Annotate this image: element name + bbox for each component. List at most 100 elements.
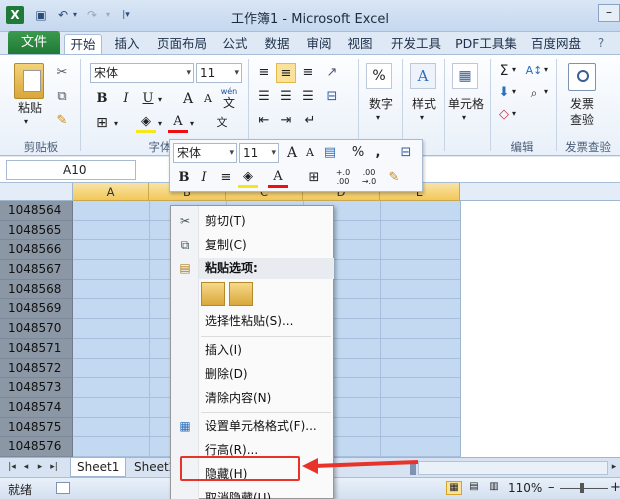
borders-icon[interactable]: ⊞ xyxy=(92,113,112,133)
decrease-decimal-button[interactable]: .00 →.0 xyxy=(358,168,380,188)
clear-icon[interactable]: ◇ xyxy=(494,105,514,125)
macro-record-icon[interactable] xyxy=(56,482,70,494)
chevron-down-icon[interactable]: ▾ xyxy=(158,95,162,104)
row-header[interactable]: 1048572 xyxy=(0,358,73,379)
mini-fill-color-icon[interactable]: ◈ xyxy=(238,168,258,188)
normal-view-icon[interactable]: ▦ xyxy=(446,481,462,495)
autosum-icon[interactable]: Σ xyxy=(494,61,514,81)
paste-option-values-icon[interactable] xyxy=(229,282,253,306)
orientation-icon[interactable]: ↗ xyxy=(322,63,342,83)
mini-size-combo[interactable]: 11 ▾ xyxy=(239,143,279,163)
row-header[interactable]: 1048574 xyxy=(0,397,73,418)
menu-paste-special[interactable]: 选择性粘贴(S)... xyxy=(205,311,293,331)
help-icon[interactable]: ? xyxy=(594,36,608,50)
bold-button[interactable]: B xyxy=(92,89,112,109)
row-header[interactable]: 1048567 xyxy=(0,260,73,280)
align-middle-icon[interactable]: ≡ xyxy=(276,63,296,83)
menu-unhide[interactable]: 取消隐藏(U) xyxy=(205,488,271,499)
mini-center-button[interactable]: ≡ xyxy=(216,168,236,188)
font-size-combo[interactable]: 11 ▾ xyxy=(196,63,242,83)
chevron-down-icon[interactable]: ▾ xyxy=(462,113,466,122)
align-center-icon[interactable]: ☰ xyxy=(276,87,296,107)
mini-format-painter-icon[interactable]: ✎ xyxy=(384,168,404,188)
increase-indent-icon[interactable]: ⇥ xyxy=(276,111,296,131)
find-select-icon[interactable]: ⌕ xyxy=(524,83,544,103)
chevron-down-icon[interactable]: ▾ xyxy=(114,119,118,128)
wrap-text-icon[interactable]: ↵ xyxy=(300,111,320,131)
styles-button[interactable]: 样式 xyxy=(406,95,442,112)
cells-icon[interactable]: ▦ xyxy=(452,63,478,89)
cell-styles-icon[interactable]: ▤ xyxy=(320,143,340,163)
zoom-slider-track[interactable] xyxy=(560,488,608,489)
increase-decimal-button[interactable]: +.0 .00 xyxy=(332,168,354,188)
mini-comma-button[interactable]: , xyxy=(368,143,388,163)
font-color-icon[interactable]: A xyxy=(168,113,188,133)
sort-filter-icon[interactable]: A↕ xyxy=(524,61,544,81)
chevron-down-icon[interactable]: ▾ xyxy=(512,65,516,74)
mini-font-combo[interactable]: 宋体 ▾ xyxy=(173,143,237,163)
tab-file[interactable]: 文件 xyxy=(8,31,60,54)
horizontal-scrollbar[interactable] xyxy=(418,461,608,475)
mini-font-color-icon[interactable]: A xyxy=(268,168,288,188)
paste-button[interactable]: 粘贴 xyxy=(12,99,48,116)
chevron-down-icon[interactable]: ▾ xyxy=(544,87,548,96)
menu-format-cells[interactable]: 设置单元格格式(F)... xyxy=(205,416,317,436)
row-header[interactable]: 1048570 xyxy=(0,319,73,339)
number-button[interactable]: 数字 xyxy=(366,95,396,112)
mini-bold-button[interactable]: B xyxy=(174,168,194,188)
mini-italic-button[interactable]: I xyxy=(194,168,214,188)
prev-sheet-icon[interactable]: ◂ xyxy=(20,460,32,474)
menu-delete[interactable]: 删除(D) xyxy=(205,364,248,384)
scroll-right-icon[interactable]: ▸ xyxy=(608,460,620,474)
cells-button[interactable]: 单元格 xyxy=(444,95,488,112)
decrease-indent-icon[interactable]: ⇤ xyxy=(254,111,274,131)
invoice-label-2[interactable]: 查验 xyxy=(562,111,602,128)
align-left-icon[interactable]: ☰ xyxy=(254,87,274,107)
chevron-down-icon[interactable]: ▾ xyxy=(420,113,424,122)
cut-icon[interactable]: ✂ xyxy=(52,63,72,83)
fill-color-icon[interactable]: ◈ xyxy=(136,113,156,133)
first-sheet-icon[interactable]: |◂ xyxy=(6,460,18,474)
tab-insert[interactable]: 插入 xyxy=(110,34,144,54)
row-header[interactable]: 1048569 xyxy=(0,299,73,320)
mini-borders-icon[interactable]: ⊞ xyxy=(304,168,324,188)
shrink-font-button[interactable]: A xyxy=(198,89,218,109)
tab-developer[interactable]: 开发工具 xyxy=(386,34,446,54)
minimize-button[interactable]: – xyxy=(598,4,620,22)
row-header[interactable]: 1048568 xyxy=(0,279,73,300)
phonetic-guide-button[interactable]: wén 文 xyxy=(218,87,240,111)
paste-icon[interactable] xyxy=(14,63,44,99)
styles-icon[interactable]: A xyxy=(410,63,436,89)
copy-icon[interactable]: ⧉ xyxy=(52,87,72,107)
chevron-down-icon[interactable]: ▾ xyxy=(376,113,380,122)
zoom-out-button[interactable]: – xyxy=(548,480,555,495)
menu-clear-contents[interactable]: 清除内容(N) xyxy=(205,388,271,408)
tab-formulas[interactable]: 公式 xyxy=(218,34,252,54)
select-all-corner[interactable] xyxy=(0,183,73,201)
name-box[interactable]: A10 xyxy=(6,160,136,180)
row-header[interactable]: 1048565 xyxy=(0,220,73,241)
row-header[interactable]: 1048573 xyxy=(0,378,73,398)
page-layout-view-icon[interactable]: ▤ xyxy=(466,481,482,495)
number-format-icon[interactable]: % xyxy=(366,63,392,89)
invoice-label-1[interactable]: 发票 xyxy=(562,95,602,112)
grow-font-button[interactable]: A xyxy=(178,89,198,109)
chevron-down-icon[interactable]: ▾ xyxy=(544,65,548,74)
align-bottom-icon[interactable]: ≡ xyxy=(298,63,318,83)
menu-insert[interactable]: 插入(I) xyxy=(205,340,242,360)
mini-percent-button[interactable]: % xyxy=(348,143,368,163)
chevron-down-icon[interactable]: ▾ xyxy=(512,87,516,96)
chevron-down-icon[interactable]: ▾ xyxy=(158,119,162,128)
align-top-icon[interactable]: ≡ xyxy=(254,63,274,83)
tab-baidu-netdisk[interactable]: 百度网盘 xyxy=(526,34,586,54)
format-painter-icon[interactable]: ✎ xyxy=(52,111,72,131)
tab-pdf-tools[interactable]: PDF工具集 xyxy=(454,34,518,54)
font-name-combo[interactable]: 宋体 ▾ xyxy=(90,63,194,83)
row-header[interactable]: 1048564 xyxy=(0,201,73,221)
zoom-in-button[interactable]: + xyxy=(610,480,620,495)
row-header[interactable]: 1048576 xyxy=(0,437,73,457)
zoom-slider-thumb[interactable] xyxy=(580,483,584,493)
italic-button[interactable]: I xyxy=(116,89,136,109)
mini-merge-icon[interactable]: ⊟ xyxy=(396,143,416,163)
tab-home[interactable]: 开始 xyxy=(64,34,102,54)
